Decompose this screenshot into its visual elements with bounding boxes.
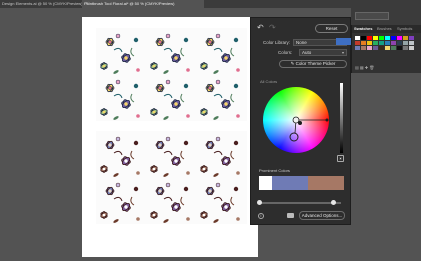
swatches-panel-tabs: Swatches Brushes Symbols bbox=[352, 25, 421, 33]
redo-icon[interactable]: ↷ bbox=[269, 23, 276, 32]
tab-label: Design Elements.ai @ 50 % (CMYK/Preview) bbox=[2, 1, 83, 6]
swatch[interactable] bbox=[373, 36, 378, 40]
swatch[interactable] bbox=[397, 41, 402, 45]
info-icon[interactable]: i bbox=[258, 213, 264, 219]
swatch[interactable] bbox=[385, 36, 390, 40]
prominent-colors-label: Prominent Colors bbox=[259, 168, 290, 173]
reset-button[interactable]: Reset bbox=[315, 24, 348, 33]
advanced-options-button[interactable]: Advanced Options... bbox=[299, 211, 345, 220]
wheel-handle-brown bbox=[289, 132, 299, 142]
selected-swatch-highlight bbox=[336, 38, 351, 45]
wheel-handle-center bbox=[298, 121, 302, 125]
color-theme-picker-button[interactable]: ✎ Color Theme Picker bbox=[279, 60, 347, 68]
document-tab-bar: Design Elements.ai @ 50 % (CMYK/Preview)… bbox=[0, 0, 421, 8]
swatch[interactable] bbox=[409, 36, 414, 40]
colors-value: Auto bbox=[302, 50, 312, 55]
color-theme-picker-label: Color Theme Picker bbox=[295, 61, 336, 66]
folder-icon[interactable] bbox=[287, 213, 294, 218]
swatch[interactable] bbox=[355, 41, 360, 45]
swatch[interactable] bbox=[367, 36, 372, 40]
wheel-handle-blue bbox=[325, 118, 329, 122]
swatch[interactable] bbox=[391, 41, 396, 45]
swatch[interactable] bbox=[361, 41, 366, 45]
floral-pattern-original[interactable] bbox=[96, 28, 247, 121]
swatches-panel: Swatches Brushes Symbols ▤ ▦ ✚ 🗑 bbox=[351, 25, 421, 73]
swatch[interactable] bbox=[379, 46, 384, 50]
swatch[interactable] bbox=[409, 41, 414, 45]
swatch[interactable] bbox=[373, 46, 378, 50]
tab-symbols[interactable]: Symbols bbox=[397, 25, 412, 33]
floral-pattern-recolored[interactable] bbox=[96, 131, 247, 224]
color-library-label: Color Library: bbox=[263, 40, 291, 45]
color-wheel-handles[interactable] bbox=[263, 87, 329, 153]
brightness-icon[interactable]: ☀ bbox=[337, 155, 344, 162]
colors-label: Colors: bbox=[278, 50, 293, 55]
undo-icon[interactable]: ↶ bbox=[257, 23, 264, 32]
swatch[interactable] bbox=[361, 46, 366, 50]
swatch-panel-footer-icons[interactable]: ▤ ▦ ✚ 🗑 bbox=[355, 65, 374, 70]
tab-paintbrush-floral[interactable]: Paintbrush Tool Floral.ai* @ 50 % (CMYK/… bbox=[82, 0, 204, 8]
swatch[interactable] bbox=[391, 36, 396, 40]
swatch[interactable] bbox=[373, 41, 378, 45]
swatch[interactable] bbox=[403, 41, 408, 45]
prominent-colors-strip[interactable] bbox=[259, 176, 344, 190]
swatch[interactable] bbox=[391, 46, 396, 50]
prominent-color-slider[interactable] bbox=[257, 200, 341, 205]
swatch[interactable] bbox=[355, 36, 360, 40]
swatch[interactable] bbox=[403, 46, 408, 50]
swatch[interactable] bbox=[397, 36, 402, 40]
brightness-slider[interactable] bbox=[340, 83, 343, 153]
panel-dropdown[interactable] bbox=[355, 12, 389, 20]
colors-select[interactable]: Auto ▾ bbox=[299, 49, 347, 56]
swatch[interactable] bbox=[397, 46, 402, 50]
swatch[interactable] bbox=[367, 46, 372, 50]
prominent-color-swatch[interactable] bbox=[259, 176, 272, 190]
swatch[interactable] bbox=[385, 46, 390, 50]
swatch[interactable] bbox=[379, 41, 384, 45]
right-panel-header bbox=[351, 8, 421, 25]
swatch[interactable] bbox=[409, 46, 414, 50]
swatch[interactable] bbox=[355, 46, 360, 50]
slider-handle-left[interactable] bbox=[257, 200, 262, 205]
color-library-value: None bbox=[296, 40, 307, 45]
wheel-handle-white bbox=[292, 116, 300, 124]
prominent-color-swatch[interactable] bbox=[272, 176, 308, 190]
swatch[interactable] bbox=[361, 36, 366, 40]
swatch[interactable] bbox=[379, 36, 384, 40]
swatch-grid[interactable] bbox=[355, 36, 414, 50]
swatch[interactable] bbox=[385, 41, 390, 45]
slider-handle-right[interactable] bbox=[331, 200, 336, 205]
tab-brushes[interactable]: Brushes bbox=[377, 25, 392, 33]
swatch[interactable] bbox=[367, 41, 372, 45]
tab-swatches[interactable]: Swatches bbox=[354, 25, 372, 33]
tab-design-elements[interactable]: Design Elements.ai @ 50 % (CMYK/Preview) bbox=[0, 0, 83, 8]
tab-label: Paintbrush Tool Floral.ai* @ 50 % (CMYK/… bbox=[84, 1, 175, 6]
chevron-down-icon: ▾ bbox=[341, 50, 344, 55]
close-tab-icon[interactable]: ✕ bbox=[85, 0, 89, 8]
all-colors-label: All Colors bbox=[260, 79, 278, 84]
recolor-artwork-panel: ↶ ↷ Reset Color Library: None ▾ Colors: … bbox=[250, 17, 351, 225]
swatch[interactable] bbox=[403, 36, 408, 40]
prominent-color-swatch[interactable] bbox=[308, 176, 344, 190]
eyedropper-icon: ✎ bbox=[290, 61, 295, 66]
